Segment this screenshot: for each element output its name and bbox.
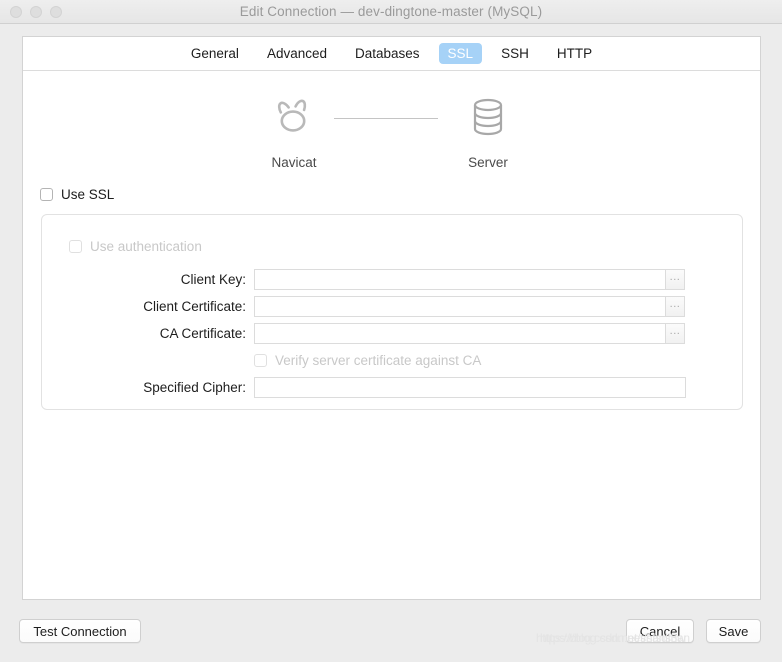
tab-ssh[interactable]: SSH: [492, 43, 538, 64]
diagram-client-node: Navicat: [234, 89, 354, 170]
client-certificate-field-wrap: ...: [254, 295, 685, 317]
window-title: Edit Connection — dev-dingtone-master (M…: [239, 4, 543, 19]
verify-server-certificate-checkbox[interactable]: [254, 353, 267, 367]
specified-cipher-input[interactable]: [254, 376, 686, 398]
ca-certificate-row: CA Certificate: ...: [42, 322, 742, 344]
client-key-input[interactable]: [254, 268, 666, 290]
use-authentication-row[interactable]: Use authentication: [69, 239, 202, 254]
use-authentication-label: Use authentication: [90, 239, 202, 254]
client-certificate-row: Client Certificate: ...: [42, 295, 742, 317]
navicat-logo-icon: [234, 89, 354, 145]
connection-diagram: Navicat Server: [23, 89, 760, 199]
verify-server-certificate-label: Verify server certificate against CA: [275, 352, 482, 368]
dialog-footer: Test Connection Cancel Save: [0, 600, 782, 662]
test-connection-button[interactable]: Test Connection: [19, 619, 141, 643]
ca-certificate-label: CA Certificate:: [159, 325, 246, 341]
ca-certificate-input[interactable]: [254, 322, 666, 344]
ssl-options-group: Use authentication Client Key: ... Clien…: [41, 214, 743, 410]
tab-http[interactable]: HTTP: [548, 43, 601, 64]
save-button[interactable]: Save: [706, 619, 761, 643]
edit-connection-window: Edit Connection — dev-dingtone-master (M…: [0, 0, 782, 662]
client-certificate-label: Client Certificate:: [143, 298, 246, 314]
tab-databases[interactable]: Databases: [346, 43, 429, 64]
tab-general[interactable]: General: [182, 43, 248, 64]
client-certificate-browse-button[interactable]: ...: [665, 295, 685, 317]
use-ssl-row[interactable]: Use SSL: [40, 187, 114, 202]
specified-cipher-row: Specified Cipher:: [42, 376, 742, 398]
client-key-field-wrap: ...: [254, 268, 685, 290]
client-key-label: Client Key:: [180, 271, 246, 287]
client-key-browse-button[interactable]: ...: [665, 268, 685, 290]
client-key-row: Client Key: ...: [42, 268, 742, 290]
specified-cipher-field-wrap: [254, 376, 686, 398]
use-ssl-label: Use SSL: [61, 187, 115, 202]
use-authentication-checkbox[interactable]: [69, 240, 82, 253]
use-ssl-checkbox[interactable]: [40, 188, 53, 201]
client-certificate-input[interactable]: [254, 295, 666, 317]
cancel-button[interactable]: Cancel: [626, 619, 694, 643]
tab-ssl[interactable]: SSL: [438, 43, 483, 64]
database-cylinder-icon: [428, 89, 548, 145]
tab-bar: General Advanced Databases SSL SSH HTTP: [23, 37, 760, 71]
connection-settings-panel: General Advanced Databases SSL SSH HTTP: [22, 36, 761, 600]
verify-checkbox-wrap[interactable]: Verify server certificate against CA: [254, 353, 481, 368]
ca-certificate-browse-button[interactable]: ...: [665, 322, 685, 344]
window-titlebar: Edit Connection — dev-dingtone-master (M…: [0, 0, 782, 24]
diagram-server-label: Server: [468, 155, 508, 170]
tab-advanced[interactable]: Advanced: [258, 43, 336, 64]
ca-certificate-field-wrap: ...: [254, 322, 685, 344]
verify-server-certificate-row[interactable]: Verify server certificate against CA: [42, 349, 742, 371]
diagram-client-label: Navicat: [271, 155, 317, 170]
specified-cipher-label: Specified Cipher:: [143, 379, 246, 395]
diagram-connection-line: [334, 118, 438, 119]
diagram-server-node: Server: [428, 89, 548, 170]
